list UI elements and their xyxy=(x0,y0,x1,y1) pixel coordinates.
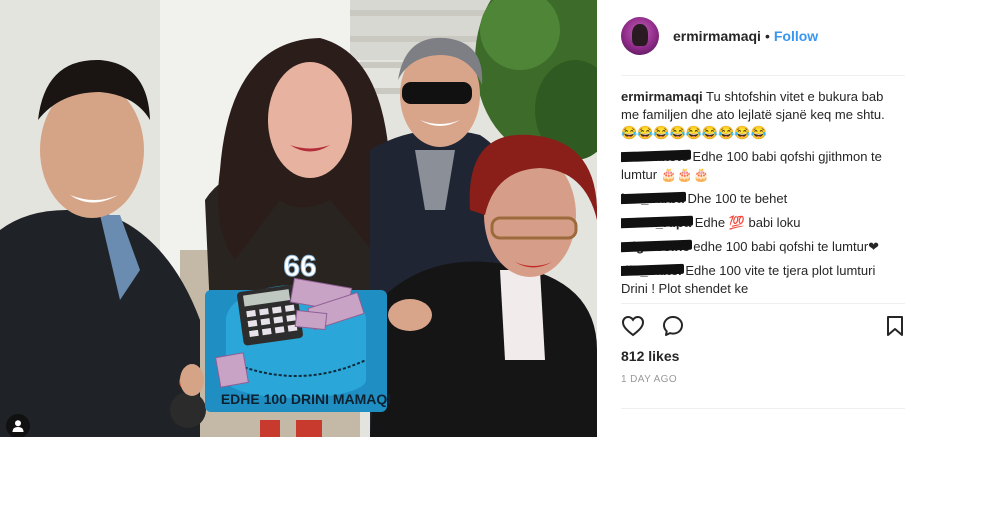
comment-username[interactable]: migulosine xyxy=(621,239,690,254)
comment-item: lori_barba Dhe 100 te behet xyxy=(621,190,889,208)
post-photo[interactable]: 66 EDHE 100 DRINI MAMAQI xyxy=(0,0,597,437)
comments-list[interactable]: ermirmamaqi Tu shtofshin vitet e bukura … xyxy=(621,88,889,302)
add-comment-area[interactable] xyxy=(621,420,905,430)
avatar[interactable] xyxy=(621,17,659,55)
heart-glyph xyxy=(621,315,645,337)
comments-divider xyxy=(621,303,905,304)
add-comment-divider xyxy=(621,408,905,409)
action-bar xyxy=(621,314,909,340)
user-tag-icon[interactable] xyxy=(6,414,30,437)
speech-bubble-glyph xyxy=(663,316,683,336)
comment-item: aurorakoto Edhe 100 babi qofshi gjithmon… xyxy=(621,148,889,184)
comment-text: Dhe 100 te behet xyxy=(687,191,788,206)
comment-text: edhe 100 babi qofshi te lumtur❤ xyxy=(693,239,880,254)
follow-button[interactable]: Follow xyxy=(774,28,818,44)
cake-topper-text: 66 xyxy=(283,250,316,283)
comment-username[interactable]: lori_barba xyxy=(621,191,684,206)
comment-item: tikt_baitei Edhe 100 vite te tjera plot … xyxy=(621,262,889,298)
comment-item: ermal_rupa Edhe 💯 babi loku xyxy=(621,214,889,232)
separator-dot: • xyxy=(764,28,770,44)
caption: ermirmamaqi Tu shtofshin vitet e bukura … xyxy=(621,88,889,142)
bookmark-icon[interactable] xyxy=(883,314,909,340)
comment-username[interactable]: aurorakoto xyxy=(621,149,689,164)
comment-username[interactable]: ermal_rupa xyxy=(621,215,691,230)
post-timestamp[interactable]: 1 DAY AGO xyxy=(621,374,677,385)
comment-item: migulosine edhe 100 babi qofshi te lumtu… xyxy=(621,238,889,256)
header-username[interactable]: ermirmamaqi xyxy=(673,28,761,44)
selfie-image: 66 EDHE 100 DRINI MAMAQI xyxy=(0,0,597,437)
likes-count[interactable]: 812 likes xyxy=(621,348,679,364)
cake-inscription: EDHE 100 DRINI MAMAQI xyxy=(221,391,391,407)
post-side-panel: ermirmamaqi • Follow ermirmamaqi Tu shto… xyxy=(597,0,1007,437)
speech-bubble-icon[interactable] xyxy=(661,314,687,340)
person-glyph xyxy=(12,420,24,432)
comment-text: Edhe 💯 babi loku xyxy=(694,215,801,230)
header-divider xyxy=(621,75,905,76)
comment-username[interactable]: tikt_baitei xyxy=(621,263,682,278)
caption-username[interactable]: ermirmamaqi xyxy=(621,89,703,104)
bookmark-glyph xyxy=(887,316,903,336)
post-header: ermirmamaqi • Follow xyxy=(621,16,818,56)
heart-icon[interactable] xyxy=(621,314,647,340)
